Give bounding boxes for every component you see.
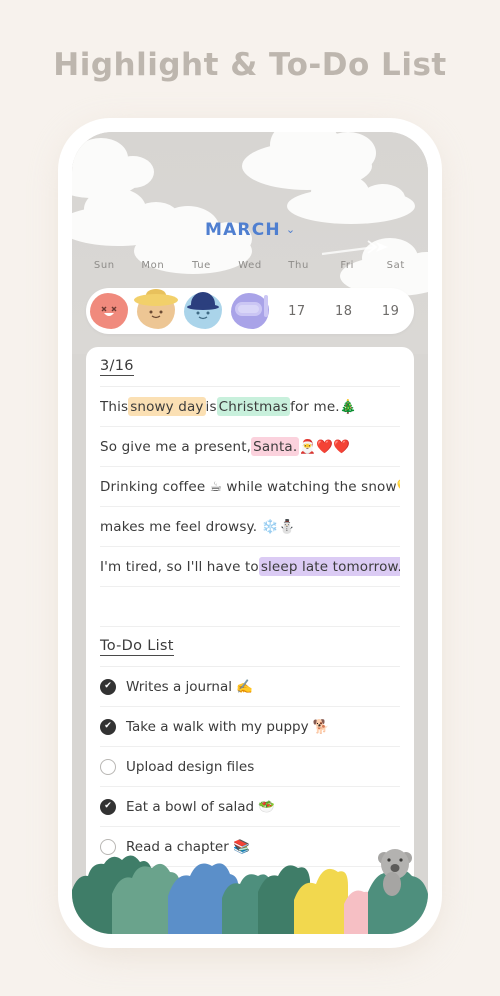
- date-number: 18: [334, 303, 353, 319]
- checkbox-checked-icon[interactable]: ✔: [100, 678, 116, 695]
- date-cell-19[interactable]: 19: [367, 288, 414, 334]
- weekday-wed: Wed: [238, 260, 262, 271]
- todo-item[interactable]: Upload design files: [100, 747, 400, 787]
- note-card: 3/16 This snowy day is Christmas for me.…: [86, 347, 414, 934]
- todo-item-label: Take a walk with my puppy 🐕: [126, 718, 330, 735]
- journal-text: So give me a present,: [100, 438, 252, 455]
- todo-item[interactable]: ✔ Writes a journal ✍️: [100, 667, 400, 707]
- avatar-snorkel-face[interactable]: [231, 293, 269, 329]
- avatar-cap-face[interactable]: [184, 292, 223, 329]
- page-title: Highlight & To-Do List: [53, 47, 447, 83]
- date-strip: 17 18 19: [86, 288, 414, 334]
- checkbox-checked-icon[interactable]: ✔: [100, 798, 116, 815]
- avatar-tongue-face[interactable]: [90, 293, 129, 329]
- snorkel-tube-icon: [264, 295, 268, 317]
- weekday-fri: Fri: [340, 260, 355, 271]
- journal-text: for me.: [290, 398, 340, 415]
- weekday-tue: Tue: [192, 260, 211, 271]
- journal-text: Drinking coffee ☕ while watching the sno…: [100, 478, 400, 495]
- date-number: 19: [381, 303, 400, 319]
- weekday-header: Sun Mon Tue Wed Thu Fri Sat: [72, 260, 428, 271]
- highlighted-text-purple: sleep late tomorrow.: [258, 557, 400, 576]
- date-cell-17[interactable]: 17: [273, 288, 320, 334]
- month-selector[interactable]: MARCH ⌄: [72, 220, 428, 240]
- todo-item[interactable]: ✔ Take a walk with my puppy 🐕: [100, 707, 400, 747]
- journal-text: 🎅❤️❤️: [299, 438, 351, 455]
- avatar-straw-hat-face[interactable]: [134, 289, 179, 329]
- cap-brim-icon: [187, 304, 220, 310]
- todo-heading-label: To-Do List: [100, 637, 174, 656]
- todo-item-label: Upload design files: [126, 758, 255, 775]
- todo-item-label: Writes a journal ✍️: [126, 678, 254, 695]
- journal-text: is: [205, 398, 217, 415]
- checkbox-unchecked-icon[interactable]: [100, 838, 116, 855]
- date-cell-avatar-4[interactable]: [227, 288, 274, 334]
- journal-blank-line[interactable]: [100, 587, 400, 627]
- todo-item[interactable]: ✔ Eat a bowl of salad 🥗: [100, 787, 400, 827]
- journal-line[interactable]: This snowy day is Christmas for me. 🎄: [100, 387, 400, 427]
- todo-list: ✔ Writes a journal ✍️ ✔ Take a walk with my…: [100, 667, 400, 867]
- date-cell-avatar-2[interactable]: [133, 288, 180, 334]
- journal-date-label: 3/16: [100, 357, 134, 376]
- journal-date-heading[interactable]: 3/16: [100, 347, 400, 387]
- weekday-sat: Sat: [386, 260, 405, 271]
- phone-screen: MARCH ⌄ Sun Mon Tue Wed Thu Fri Sat 17 1…: [72, 132, 428, 934]
- month-label: MARCH: [204, 220, 281, 240]
- highlighted-text-orange: snowy day: [128, 397, 206, 416]
- weekday-thu: Thu: [288, 260, 309, 271]
- phone-frame: MARCH ⌄ Sun Mon Tue Wed Thu Fri Sat 17 1…: [58, 118, 442, 948]
- highlighted-text-green: Christmas: [216, 397, 291, 416]
- airplane-icon: [321, 240, 388, 256]
- date-cell-18[interactable]: 18: [320, 288, 367, 334]
- todo-item-label: Eat a bowl of salad 🥗: [126, 798, 276, 815]
- highlighted-text-pink: Santa.: [251, 437, 300, 456]
- goggles-icon: [235, 302, 262, 316]
- weekday-sun: Sun: [93, 260, 115, 271]
- journal-line[interactable]: makes me feel drowsy. ❄️⛄: [100, 507, 400, 547]
- journal-text: 🎄: [339, 398, 357, 415]
- journal-line[interactable]: I'm tired, so I'll have to sleep late to…: [100, 547, 400, 587]
- journal-text: makes me feel drowsy. ❄️⛄: [100, 518, 296, 535]
- journal-lines: This snowy day is Christmas for me. 🎄 So …: [100, 387, 400, 627]
- journal-line[interactable]: So give me a present, Santa. 🎅❤️❤️: [100, 427, 400, 467]
- checkbox-unchecked-icon[interactable]: [100, 758, 116, 775]
- straw-hat-icon: [134, 294, 179, 306]
- date-cell-avatar-1[interactable]: [86, 288, 133, 334]
- date-cell-avatar-3[interactable]: [180, 288, 227, 334]
- journal-text: I'm tired, so I'll have to: [100, 558, 259, 575]
- todo-item[interactable]: Read a chapter 📚: [100, 827, 400, 867]
- journal-text: This: [100, 398, 129, 415]
- cloud-icon: [287, 174, 415, 224]
- date-number: 17: [288, 303, 306, 319]
- chevron-down-icon[interactable]: ⌄: [286, 223, 295, 236]
- avatar-face: [90, 293, 128, 329]
- todo-item-label: Read a chapter 📚: [126, 838, 250, 855]
- weekday-mon: Mon: [141, 260, 165, 271]
- todo-heading[interactable]: To-Do List: [100, 627, 400, 667]
- checkbox-checked-icon[interactable]: ✔: [100, 718, 116, 735]
- journal-line[interactable]: Drinking coffee ☕ while watching the sno…: [100, 467, 400, 507]
